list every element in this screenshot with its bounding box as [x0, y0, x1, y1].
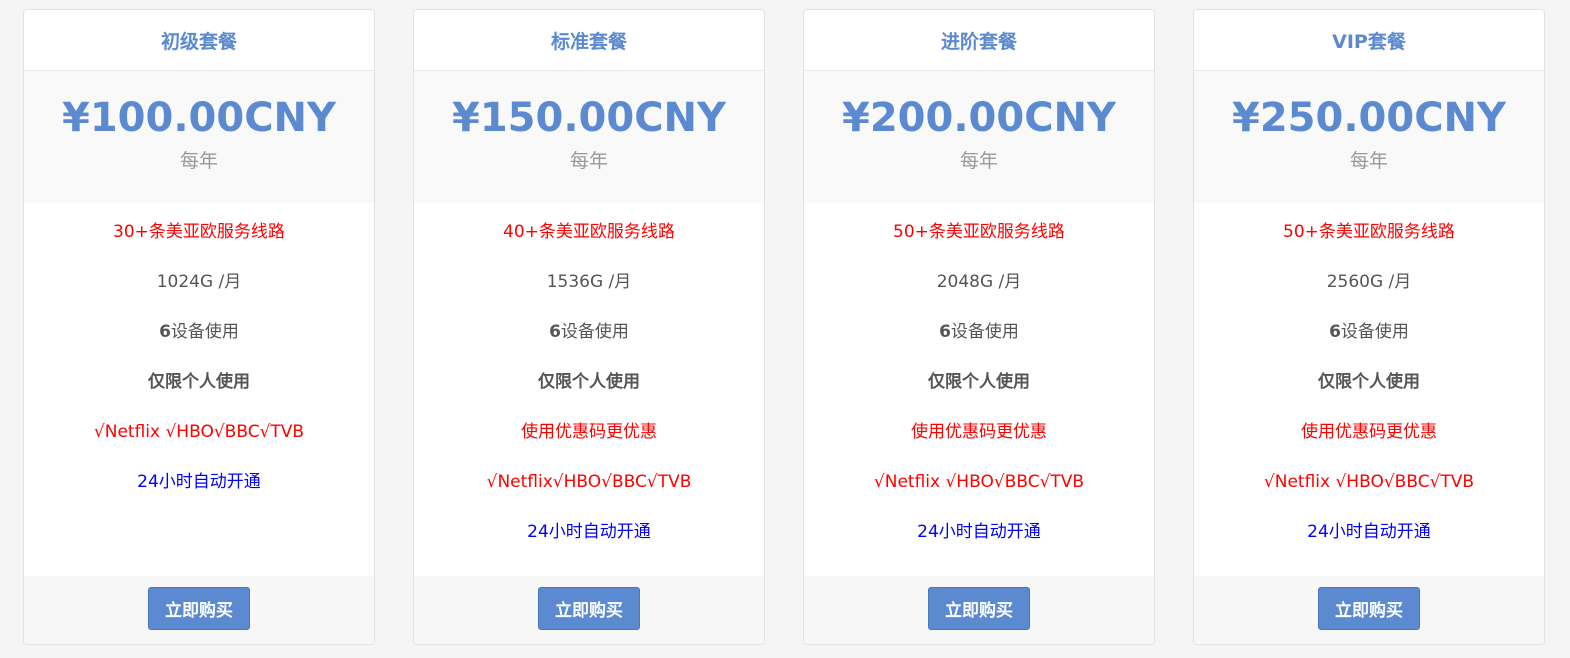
- feature-personal: 仅限个人使用: [928, 372, 1030, 392]
- feature-list: 40+条美亚欧服务线路 1536G /月 6设备使用 仅限个人使用 使用优惠码更…: [414, 203, 764, 578]
- device-label: 设备使用: [950, 322, 1019, 342]
- price-block: ¥250.00CNY 每年: [1194, 71, 1544, 203]
- feature-coupon: 使用优惠码更优惠: [521, 422, 657, 442]
- buy-now-button[interactable]: 立即购买: [1318, 587, 1420, 630]
- card-footer: 立即购买: [414, 576, 764, 644]
- plan-price: ¥100.00CNY: [62, 95, 336, 141]
- buy-now-button[interactable]: 立即购买: [148, 587, 250, 630]
- feature-traffic: 1024G /月: [156, 272, 242, 292]
- plan-card-advanced: 进阶套餐 ¥200.00CNY 每年 50+条美亚欧服务线路 2048G /月 …: [803, 9, 1155, 645]
- feature-list: 50+条美亚欧服务线路 2560G /月 6设备使用 仅限个人使用 使用优惠码更…: [1194, 203, 1544, 578]
- feature-list: 30+条美亚欧服务线路 1024G /月 6设备使用 仅限个人使用 √Netfl…: [24, 203, 374, 578]
- card-footer: 立即购买: [1194, 576, 1544, 644]
- feature-personal: 仅限个人使用: [148, 372, 250, 392]
- buy-now-button[interactable]: 立即购买: [928, 587, 1030, 630]
- plan-price: ¥200.00CNY: [842, 95, 1116, 141]
- feature-streaming: √Netflix √HBO√BBC√TVB: [1263, 472, 1475, 492]
- plan-title: 标准套餐: [414, 10, 764, 71]
- plan-period: 每年: [1349, 150, 1388, 172]
- feature-routes: 40+条美亚欧服务线路: [503, 222, 675, 242]
- feature-activation: 24小时自动开通: [1307, 522, 1431, 542]
- device-label: 设备使用: [1340, 322, 1409, 342]
- feature-devices: 6设备使用: [414, 320, 764, 370]
- device-label: 设备使用: [560, 322, 629, 342]
- feature-traffic: 2560G /月: [1326, 272, 1412, 292]
- plan-price: ¥250.00CNY: [1232, 95, 1506, 141]
- feature-activation: 24小时自动开通: [137, 472, 261, 492]
- feature-routes: 50+条美亚欧服务线路: [1283, 222, 1455, 242]
- feature-traffic: 1536G /月: [546, 272, 632, 292]
- plan-card-standard: 标准套餐 ¥150.00CNY 每年 40+条美亚欧服务线路 1536G /月 …: [413, 9, 765, 645]
- plan-title: VIP套餐: [1194, 10, 1544, 71]
- feature-streaming: √Netflix√HBO√BBC√TVB: [486, 472, 692, 492]
- plan-card-basic: 初级套餐 ¥100.00CNY 每年 30+条美亚欧服务线路 1024G /月 …: [23, 9, 375, 645]
- buy-now-button[interactable]: 立即购买: [538, 587, 640, 630]
- plan-price: ¥150.00CNY: [452, 95, 726, 141]
- feature-devices: 6设备使用: [24, 320, 374, 370]
- device-count: 6: [939, 322, 951, 342]
- feature-routes: 50+条美亚欧服务线路: [893, 222, 1065, 242]
- feature-streaming: √Netflix √HBO√BBC√TVB: [93, 422, 305, 442]
- plan-period: 每年: [959, 150, 998, 172]
- feature-traffic: 2048G /月: [936, 272, 1022, 292]
- feature-activation: 24小时自动开通: [527, 522, 651, 542]
- feature-list: 50+条美亚欧服务线路 2048G /月 6设备使用 仅限个人使用 使用优惠码更…: [804, 203, 1154, 578]
- device-count: 6: [549, 322, 561, 342]
- feature-coupon: 使用优惠码更优惠: [911, 422, 1047, 442]
- pricing-plans: 初级套餐 ¥100.00CNY 每年 30+条美亚欧服务线路 1024G /月 …: [0, 0, 1570, 658]
- price-block: ¥100.00CNY 每年: [24, 71, 374, 203]
- plan-title: 初级套餐: [24, 10, 374, 71]
- card-footer: 立即购买: [24, 576, 374, 644]
- device-count: 6: [159, 322, 171, 342]
- feature-personal: 仅限个人使用: [538, 372, 640, 392]
- price-block: ¥200.00CNY 每年: [804, 71, 1154, 203]
- plan-card-vip: VIP套餐 ¥250.00CNY 每年 50+条美亚欧服务线路 2560G /月…: [1193, 9, 1545, 645]
- plan-title: 进阶套餐: [804, 10, 1154, 71]
- feature-coupon: 使用优惠码更优惠: [1301, 422, 1437, 442]
- price-block: ¥150.00CNY 每年: [414, 71, 764, 203]
- feature-activation: 24小时自动开通: [917, 522, 1041, 542]
- plan-period: 每年: [569, 150, 608, 172]
- feature-personal: 仅限个人使用: [1318, 372, 1420, 392]
- device-label: 设备使用: [170, 322, 239, 342]
- feature-devices: 6设备使用: [1194, 320, 1544, 370]
- feature-routes: 30+条美亚欧服务线路: [113, 222, 285, 242]
- plan-period: 每年: [179, 150, 218, 172]
- card-footer: 立即购买: [804, 576, 1154, 644]
- feature-devices: 6设备使用: [804, 320, 1154, 370]
- device-count: 6: [1329, 322, 1341, 342]
- feature-streaming: √Netflix √HBO√BBC√TVB: [873, 472, 1085, 492]
